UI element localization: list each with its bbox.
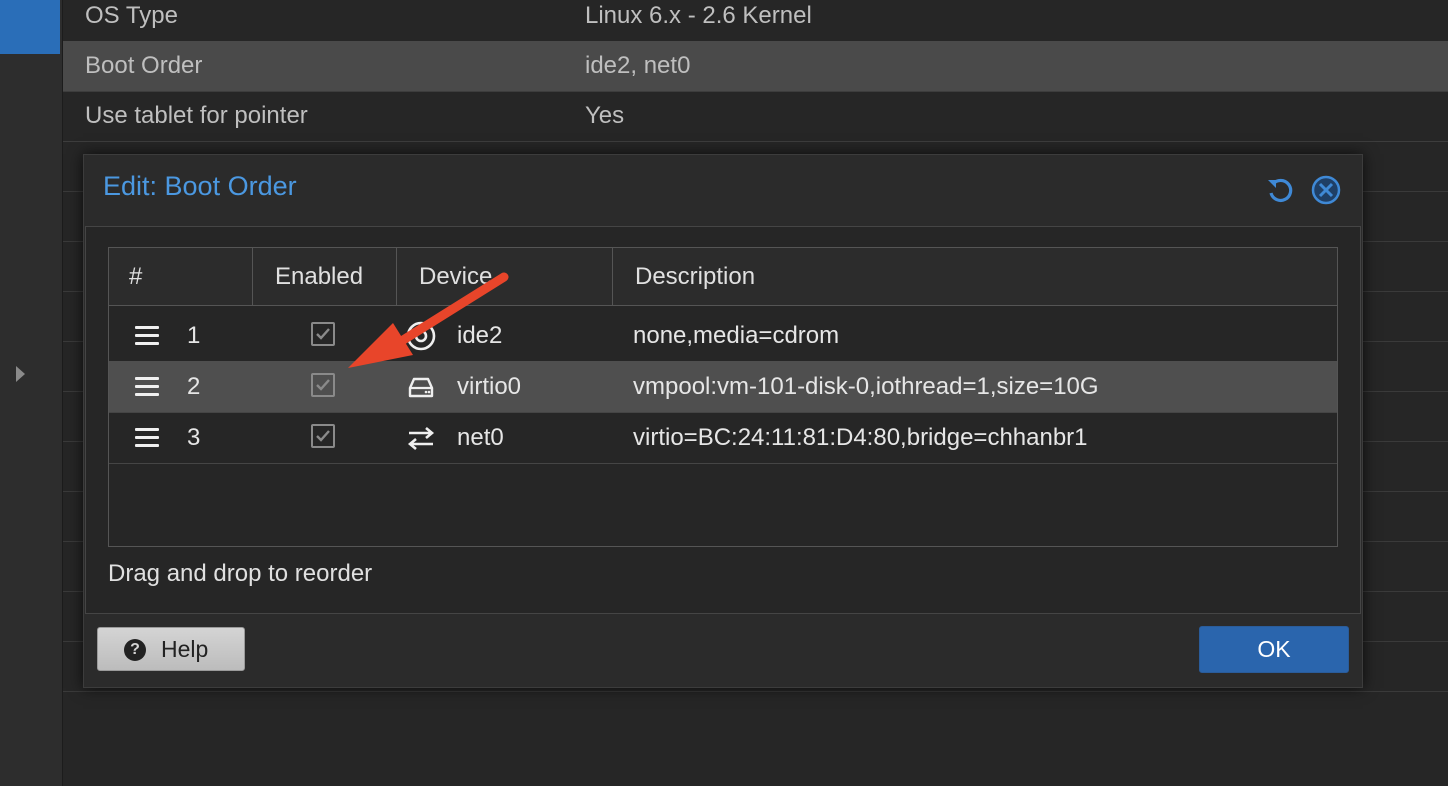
enabled-checkbox[interactable] <box>311 373 335 397</box>
device-name: ide2 <box>457 322 503 349</box>
device-name: net0 <box>457 424 504 451</box>
boot-row[interactable]: 2 virtio0 vmpool:vm-101-disk-0,iothread=… <box>109 361 1337 413</box>
dialog-body: # Enabled Device Description 1 ide2 none… <box>85 226 1361 614</box>
network-exchange-icon <box>407 427 435 450</box>
drag-handle-icon[interactable] <box>135 326 159 345</box>
boot-row-number: 2 <box>187 373 201 400</box>
device-description: vmpool:vm-101-disk-0,iothread=1,size=10G <box>633 373 1099 400</box>
expand-panel-icon[interactable] <box>16 366 25 382</box>
column-header-enabled[interactable]: Enabled <box>253 248 397 306</box>
option-row-os-type[interactable]: OS Type Linux 6.x - 2.6 Kernel <box>63 0 1448 42</box>
help-button-label: Help <box>161 636 209 662</box>
device-description: virtio=BC:24:11:81:D4:80,bridge=chhanbr1 <box>633 424 1088 451</box>
close-icon[interactable] <box>1311 175 1341 205</box>
left-navigation <box>0 0 63 786</box>
drag-handle-icon[interactable] <box>135 428 159 447</box>
column-header-device[interactable]: Device <box>397 248 613 306</box>
boot-row-number: 1 <box>187 322 201 349</box>
option-row-tablet[interactable]: Use tablet for pointer Yes <box>63 91 1448 142</box>
option-key: Boot Order <box>85 52 203 79</box>
enabled-checkbox[interactable] <box>311 322 335 346</box>
option-value: Linux 6.x - 2.6 Kernel <box>585 2 812 29</box>
column-header-number[interactable]: # <box>109 248 253 306</box>
edit-boot-order-dialog: Edit: Boot Order # Enabled Device Descri… <box>83 154 1363 688</box>
boot-row[interactable]: 1 ide2 none,media=cdrom <box>109 310 1337 362</box>
option-value: Yes <box>585 102 625 129</box>
enabled-checkbox[interactable] <box>311 424 335 448</box>
option-key: Use tablet for pointer <box>85 102 308 129</box>
nav-selected-item[interactable] <box>0 0 60 54</box>
option-row-boot-order[interactable]: Boot Order ide2, net0 <box>63 41 1448 92</box>
boot-row-number: 3 <box>187 424 201 451</box>
device-name: virtio0 <box>457 373 522 400</box>
reset-icon[interactable] <box>1265 175 1295 205</box>
help-button[interactable]: ? Help <box>97 627 245 671</box>
cdrom-icon <box>406 321 436 351</box>
ok-button[interactable]: OK <box>1199 626 1349 673</box>
help-icon: ? <box>124 639 146 661</box>
drag-handle-icon[interactable] <box>135 377 159 396</box>
column-header-description[interactable]: Description <box>613 248 1337 306</box>
dialog-title: Edit: Boot Order <box>103 171 297 201</box>
device-description: none,media=cdrom <box>633 322 840 349</box>
boot-row[interactable]: 3 net0 virtio=BC:24:11:81:D4:80,bridge=c… <box>109 412 1337 464</box>
reorder-hint: Drag and drop to reorder <box>108 560 373 587</box>
option-key: OS Type <box>85 2 178 29</box>
option-value: ide2, net0 <box>585 52 691 79</box>
boot-order-grid: # Enabled Device Description 1 ide2 none… <box>108 247 1338 547</box>
harddisk-icon <box>408 377 434 398</box>
